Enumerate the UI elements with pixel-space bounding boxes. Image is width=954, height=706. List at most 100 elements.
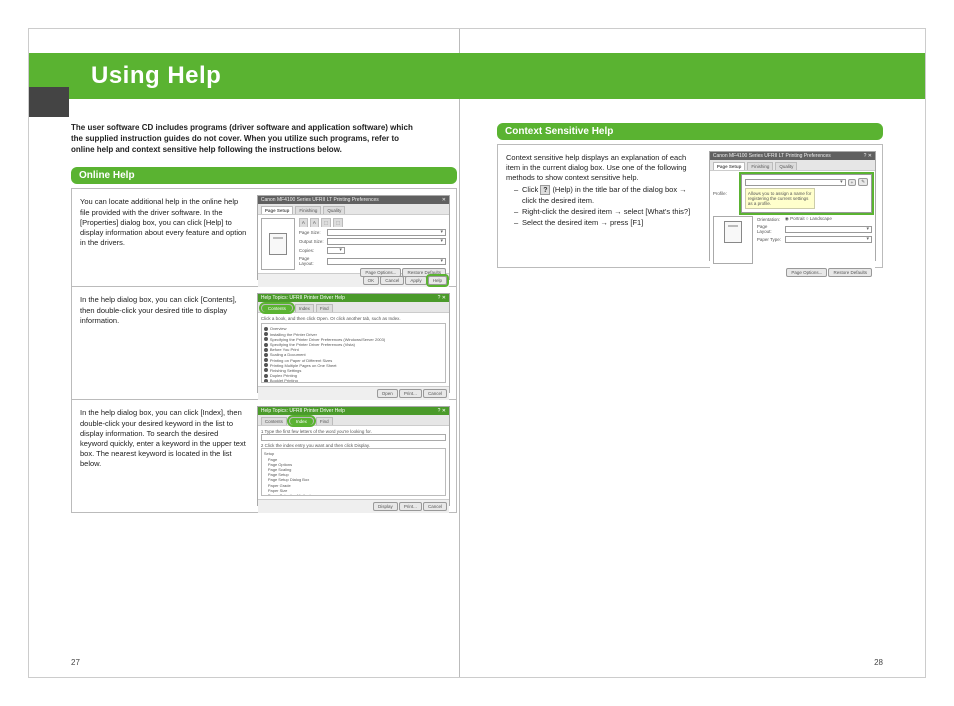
- help-contents-body: Click a book, and then click Open. Or cl…: [258, 313, 449, 386]
- context-preview: [713, 216, 753, 264]
- panel-index: In the help dialog box, you can click [I…: [72, 400, 456, 512]
- context-screenshot: Canon MF4100 Series UFRII LT Printing Pr…: [709, 151, 876, 261]
- side-tab-decor: [29, 87, 69, 117]
- online-help-heading: Online Help: [71, 167, 457, 184]
- help-tabs: Contents Index Find: [258, 415, 449, 426]
- help-title: Help Topics: UFRII Printer Driver Help: [261, 408, 345, 414]
- properties-body: A A ⬚ ⬚ Page Size:: [258, 215, 449, 273]
- book-icon: [264, 368, 268, 372]
- context-method-2: Right-click the desired item → select [W…: [514, 207, 699, 217]
- profile-box-highlighted: + ✎ Allows you to assign a name for regi…: [741, 174, 872, 213]
- context-tabs: Page Setup Finishing Quality: [710, 160, 875, 171]
- panel-contents: In the help dialog box, you can click [C…: [72, 287, 456, 400]
- titlebar-icons: ? ✕: [864, 153, 872, 159]
- output-size-select: [327, 238, 446, 245]
- help-contents-window: Help Topics: UFRII Printer Driver Help ?…: [257, 293, 450, 393]
- page-number-left: 27: [71, 658, 80, 667]
- page-size-select: [327, 229, 446, 236]
- tab-quality: Quality: [775, 162, 797, 170]
- icon-cell: A: [299, 218, 308, 227]
- book-icon: [264, 379, 268, 383]
- paper-type-select: [785, 236, 872, 243]
- help-button-highlighted: Help: [428, 276, 447, 285]
- document-page: Using Help The user software CD includes…: [28, 28, 926, 678]
- tab-page-setup: Page Setup: [713, 162, 746, 170]
- book-icon: [264, 374, 268, 378]
- page-preview: [261, 218, 295, 270]
- tab-find: Find: [316, 304, 333, 312]
- apply-button: Apply: [405, 276, 426, 285]
- page-layout-label: Page Layout:: [757, 224, 783, 234]
- context-method-3: Select the desired item → press [F1]: [514, 218, 699, 228]
- book-icon: [264, 363, 268, 367]
- index-list: Setup Page Page Options Page Scaling Pag…: [261, 448, 446, 496]
- left-column: The user software CD includes programs (…: [71, 123, 457, 637]
- paper-type-label: Paper Type:: [757, 237, 783, 242]
- layout-label: Page Layout:: [299, 256, 325, 266]
- contents-footer: Open Print... Cancel: [258, 386, 449, 400]
- cancel-button: Cancel: [423, 502, 447, 511]
- print-button: Print...: [399, 389, 422, 398]
- icon-cell: ⬚: [321, 218, 331, 227]
- context-methods-list: Click ? (Help) in the title bar of the d…: [506, 185, 699, 228]
- book-icon: [264, 337, 268, 341]
- panel-context: Context sensitive help displays an expla…: [498, 145, 882, 267]
- book-icon: [264, 348, 268, 352]
- tab-quality: Quality: [323, 206, 345, 214]
- profile-add-icon: +: [848, 179, 857, 186]
- index-search-input: [261, 434, 446, 441]
- panel-properties: You can locate additional help in the on…: [72, 189, 456, 287]
- tab-index: Index: [295, 304, 314, 312]
- page-title: Using Help: [91, 62, 221, 90]
- ok-button: OK: [363, 276, 380, 285]
- help-icon: ?: [540, 185, 550, 195]
- open-button: Open: [377, 389, 398, 398]
- print-button: Print...: [399, 502, 422, 511]
- tab-finishing: Finishing: [747, 162, 773, 170]
- context-title: Canon MF4100 Series UFRII LT Printing Pr…: [713, 153, 831, 159]
- index-screenshot: Help Topics: UFRII Printer Driver Help ?…: [257, 406, 450, 506]
- profile-select: [745, 179, 846, 186]
- help-titlebar: Help Topics: UFRII Printer Driver Help ?…: [258, 294, 449, 302]
- output-size-label: Output Size:: [299, 239, 325, 244]
- help-index-body: 1 Type the first few letters of the word…: [258, 426, 449, 499]
- book-icon: [264, 358, 268, 362]
- display-button: Display: [373, 502, 398, 511]
- context-titlebar: Canon MF4100 Series UFRII LT Printing Pr…: [710, 152, 875, 160]
- book-icon: [264, 332, 268, 336]
- properties-title: Canon MF4100 Series UFRII LT Printing Pr…: [261, 197, 379, 203]
- icon-cell: A: [310, 218, 319, 227]
- profile-edit-icon: ✎: [858, 178, 868, 186]
- icon-cell: ⬚: [333, 218, 343, 227]
- content-area: The user software CD includes programs (…: [71, 123, 883, 637]
- properties-fields: A A ⬚ ⬚ Page Size:: [299, 218, 446, 270]
- right-column: Context Sensitive Help Context sensitive…: [497, 123, 883, 637]
- help-titlebar: Help Topics: UFRII Printer Driver Help ?…: [258, 407, 449, 415]
- list-item: Paper Selection Method: [264, 493, 443, 497]
- help-tabs: Contents Index Find: [258, 302, 449, 313]
- properties-titlebar: Canon MF4100 Series UFRII LT Printing Pr…: [258, 196, 449, 204]
- panel-contents-text: In the help dialog box, you can click [C…: [78, 293, 253, 327]
- tooltip-box: Allows you to assign a name for register…: [745, 188, 815, 209]
- tab-find: Find: [316, 417, 333, 425]
- contents-list: Overview Installing the Printer Driver S…: [261, 323, 446, 383]
- properties-screenshot: Canon MF4100 Series UFRII LT Printing Pr…: [257, 195, 450, 280]
- page-thumb-icon: [269, 233, 287, 255]
- page-size-label: Page Size:: [299, 230, 325, 235]
- book-icon: [264, 353, 268, 357]
- tab-finishing: Finishing: [295, 206, 321, 214]
- cancel-button: Cancel: [423, 389, 447, 398]
- layout-select: [327, 258, 446, 265]
- context-help-panels: Context sensitive help displays an expla…: [497, 144, 883, 268]
- restore-defaults-button: Restore Defaults: [828, 268, 872, 277]
- contents-screenshot: Help Topics: UFRII Printer Driver Help ?…: [257, 293, 450, 393]
- context-method-1: Click ? (Help) in the title bar of the d…: [514, 185, 699, 205]
- tab-page-setup: Page Setup: [261, 206, 294, 214]
- panel-context-text: Context sensitive help displays an expla…: [504, 151, 705, 231]
- context-help-heading: Context Sensitive Help: [497, 123, 883, 140]
- page-options-button: Page Options...: [786, 268, 827, 277]
- online-help-panels: You can locate additional help in the on…: [71, 188, 457, 513]
- close-icon: ✕: [442, 197, 446, 203]
- properties-window: Canon MF4100 Series UFRII LT Printing Pr…: [257, 195, 450, 280]
- tab-contents: Contents: [261, 417, 287, 425]
